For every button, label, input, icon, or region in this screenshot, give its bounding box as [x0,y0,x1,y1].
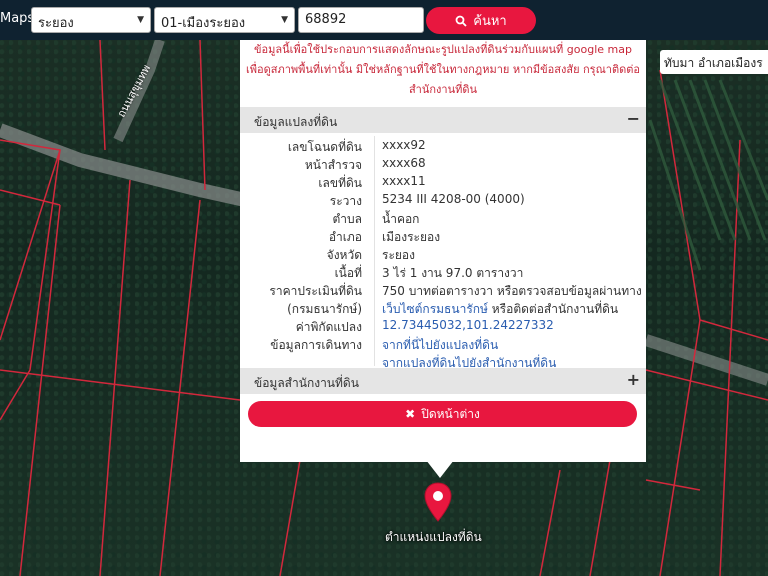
row-value-suffix: หรือติดต่อสำนักงานที่ดิน [487,302,619,316]
row-key: ตำบล [332,212,362,226]
row-value: xxxx92 [382,138,426,152]
notice-line: สำนักงานที่ดิน [408,83,478,96]
info-row: หน้าสำรวจ xxxx68 [240,156,646,174]
row-key: ระวาง [329,194,362,208]
coordinates-link[interactable]: 12.73445032,101.24227332 [382,318,554,332]
search-button[interactable]: ค้นหา [426,7,536,34]
row-key: ข้อมูลการเดินทาง [270,338,362,352]
info-row: อำเภอ เมืองระยอง [240,228,646,246]
location-label: ทับมา อำเภอเมืองร [660,50,768,74]
section-title: ข้อมูลสำนักงานที่ดิน [254,376,359,390]
search-button-label: ค้นหา [473,14,507,29]
close-button-label: ปิดหน้าต่าง [421,406,480,421]
close-icon: ✖ [405,407,416,421]
deed-number-input[interactable]: 68892 [298,7,424,33]
chevron-down-icon: ▼ [281,15,288,25]
info-row: ค่าพิกัดแปลง 12.73445032,101.24227332 [240,318,646,336]
info-row: ข้อมูลการเดินทาง จากที่นี่ไปยังแปลงที่ดิ… [240,336,646,354]
row-key: อำเภอ [328,230,362,244]
top-bar: Maps ระยอง ▼ 01-เมืองระยอง ▼ 68892 ค้นหา [0,0,768,40]
info-row: จังหวัด ระยอง [240,246,646,264]
deed-number-value: 68892 [305,12,347,27]
map-pin-icon[interactable] [423,482,453,522]
expand-icon[interactable]: + [627,370,640,389]
info-row: (กรมธนารักษ์) เว็บไซต์กรมธนารักษ์ หรือติ… [240,300,646,318]
province-select-value: ระยอง [38,16,74,31]
info-row: เลขโฉนดที่ดิน xxxx92 [240,138,646,156]
row-key: ค่าพิกัดแปลง [295,320,362,334]
info-row: เนื้อที่ 3 ไร่ 1 งาน 97.0 ตารางวา [240,264,646,282]
popup-pointer [426,460,454,478]
info-row: ระวาง 5234 III 4208-00 (4000) [240,192,646,210]
row-value: xxxx11 [382,174,426,188]
parcel-info-popup: ข้อมูลนี้เพื่อใช้ประกอบการแสดงลักษณะรูปแ… [240,40,646,462]
search-icon [455,15,467,27]
district-select[interactable]: 01-เมืองระยอง ▼ [154,7,295,33]
row-key: หน้าสำรวจ [304,158,362,172]
marker-label: ตำแหน่งแปลงที่ดิน [385,530,482,544]
notice-line: ข้อมูลนี้เพื่อใช้ประกอบการแสดงลักษณะรูปแ… [254,43,632,56]
province-select[interactable]: ระยอง ▼ [31,7,151,33]
row-key: (กรมธนารักษ์) [287,302,362,316]
row-value: ระยอง [382,248,415,262]
row-key: เลขที่ดิน [318,176,362,190]
brand-label: Maps [0,11,35,26]
chevron-down-icon: ▼ [137,15,144,25]
row-key: ราคาประเมินที่ดิน [269,284,362,298]
row-value: xxxx68 [382,156,426,170]
row-value: เมืองระยอง [382,230,441,244]
parcel-info-section-header[interactable]: ข้อมูลแปลงที่ดิน − [240,107,646,133]
close-popup-button[interactable]: ✖ ปิดหน้าต่าง [248,401,637,427]
row-value: น้ำคอก [382,212,420,226]
row-value: 750 บาทต่อตารางวา หรือตรวจสอบข้อมูลผ่านท… [382,284,642,298]
treasury-website-link[interactable]: เว็บไซต์กรมธนารักษ์ [382,302,488,316]
row-key: จังหวัด [326,248,362,262]
land-office-section-header[interactable]: ข้อมูลสำนักงานที่ดิน + [240,368,646,394]
disclaimer-notice: ข้อมูลนี้เพื่อใช้ประกอบการแสดงลักษณะรูปแ… [240,40,646,100]
row-value: 3 ไร่ 1 งาน 97.0 ตารางวา [382,266,524,280]
section-title: ข้อมูลแปลงที่ดิน [254,115,338,129]
directions-to-parcel-link[interactable]: จากที่นี่ไปยังแปลงที่ดิน [382,336,498,355]
row-value: 5234 III 4208-00 (4000) [382,192,525,206]
notice-line: เพื่อดูสภาพพื้นที่เท่านั้น มิใช่หลักฐานท… [245,63,641,76]
info-row: ตำบล น้ำคอก [240,210,646,228]
collapse-icon[interactable]: − [627,109,640,128]
row-value: เว็บไซต์กรมธนารักษ์ หรือติดต่อสำนักงานที… [382,300,618,319]
info-row: เลขที่ดิน xxxx11 [240,174,646,192]
row-key: เนื้อที่ [334,266,362,280]
district-select-value: 01-เมืองระยอง [161,16,246,31]
info-row: ราคาประเมินที่ดิน 750 บาทต่อตารางวา หรือ… [240,282,646,300]
row-key: เลขโฉนดที่ดิน [287,140,362,154]
